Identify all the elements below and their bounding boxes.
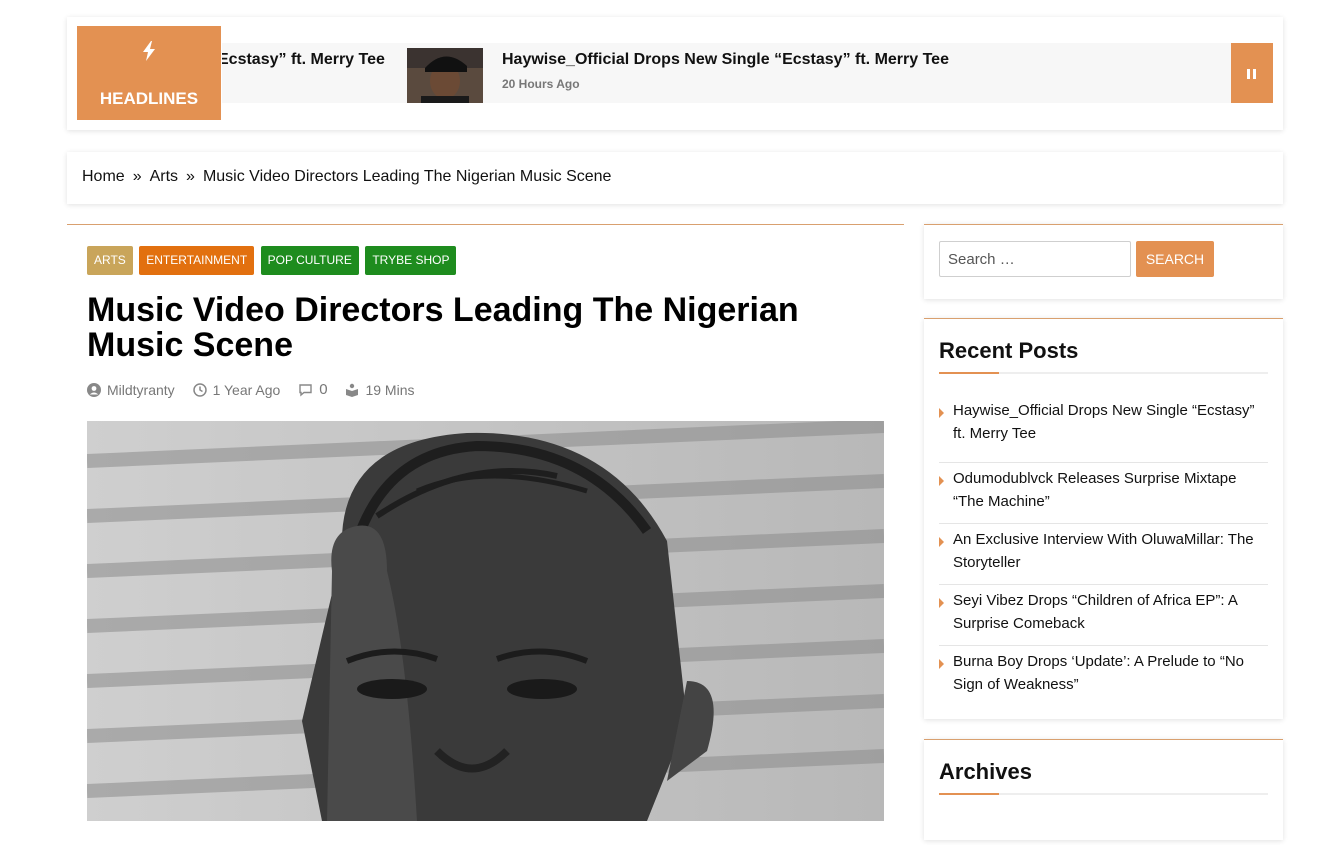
user-icon (87, 382, 101, 397)
category-tag-entertainment[interactable]: ENTERTAINMENT (139, 246, 255, 275)
category-tag-pop-culture[interactable]: POP CULTURE (260, 246, 359, 275)
post-comments[interactable]: 0 (298, 381, 328, 398)
ticker-strip: Ecstasy” ft. Merry Tee Haywise_Official … (222, 43, 1232, 103)
archives-widget: Archives (924, 739, 1283, 840)
featured-photo (87, 421, 884, 821)
caret-right-icon (939, 408, 944, 418)
date-text[interactable]: 1 Year Ago (213, 382, 281, 398)
recent-post-link[interactable]: Odumodublvck Releases Surprise Mixtape “… (953, 460, 1268, 513)
caret-right-icon (939, 598, 944, 608)
category-tags: ARTS ENTERTAINMENT POP CULTURE TRYBE SHO… (87, 246, 458, 275)
post-author[interactable]: Mildtyranty (87, 382, 175, 398)
recent-posts-widget: Recent Posts Haywise_Official Drops New … (924, 318, 1283, 719)
recent-post-link[interactable]: Seyi Vibez Drops “Children of Africa EP”… (953, 582, 1268, 635)
search-input[interactable] (939, 241, 1131, 277)
caret-right-icon (939, 537, 944, 547)
chevron-right-icon: » (186, 168, 195, 185)
pause-icon (1247, 69, 1250, 79)
breadcrumb-current: Music Video Directors Leading The Nigeri… (202, 168, 612, 185)
comment-count[interactable]: 0 (319, 381, 327, 398)
list-item: Burna Boy Drops ‘Update’: A Prelude to “… (939, 643, 1268, 707)
clock-icon (192, 382, 207, 397)
list-item: An Exclusive Interview With OluwaMillar:… (939, 521, 1268, 585)
ticker-thumbnail[interactable] (407, 48, 483, 103)
author-name[interactable]: Mildtyranty (107, 382, 175, 398)
headlines-label: HEADLINES (99, 89, 199, 108)
post-read-time: 19 Mins (345, 382, 414, 398)
category-tag-trybe-shop[interactable]: TRYBE SHOP (365, 246, 457, 275)
ticker-item[interactable]: Haywise_Official Drops New Single “Ecsta… (407, 48, 1007, 103)
list-item: Odumodublvck Releases Surprise Mixtape “… (939, 460, 1268, 524)
breadcrumb-arts[interactable]: Arts (150, 168, 178, 185)
search-widget: SEARCH (924, 224, 1283, 299)
breadcrumb-home[interactable]: Home (82, 168, 125, 185)
breadcrumb: Home » Arts » Music Video Directors Leading … (67, 152, 1283, 204)
recent-post-link[interactable]: Burna Boy Drops ‘Update’: A Prelude to “… (953, 643, 1268, 696)
widget-divider (939, 372, 1268, 374)
caret-right-icon (939, 659, 944, 669)
ticker-item-title[interactable]: Ecstasy” ft. Merry Tee (222, 51, 385, 69)
ticker-item-time: 20 Hours Ago (502, 77, 580, 91)
list-item: Seyi Vibez Drops “Children of Africa EP”… (939, 582, 1268, 646)
book-reader-icon (346, 383, 359, 397)
search-button[interactable]: SEARCH (1136, 241, 1214, 277)
archives-title: Archives (939, 759, 1032, 784)
caret-right-icon (939, 476, 944, 486)
post-title: Music Video Directors Leading The Nigeri… (87, 291, 799, 364)
headlines-badge: HEADLINES (77, 26, 221, 120)
lightning-icon (77, 41, 221, 67)
featured-image (87, 421, 884, 821)
chevron-right-icon: » (132, 168, 142, 185)
recent-post-link[interactable]: Haywise_Official Drops New Single “Ecsta… (953, 399, 1268, 445)
recent-post-link[interactable]: An Exclusive Interview With OluwaMillar:… (953, 521, 1268, 574)
article: ARTS ENTERTAINMENT POP CULTURE TRYBE SHO… (67, 224, 904, 845)
headlines-ticker: Ecstasy” ft. Merry Tee Haywise_Official … (67, 17, 1283, 130)
read-time: 19 Mins (365, 381, 415, 398)
pause-button[interactable] (1231, 43, 1273, 103)
recent-posts-title: Recent Posts (939, 338, 1079, 363)
pause-icon (1253, 69, 1256, 79)
post-date[interactable]: 1 Year Ago (192, 382, 281, 398)
category-tag-arts[interactable]: ARTS (87, 246, 133, 275)
comment-icon (299, 383, 312, 396)
list-item: Haywise_Official Drops New Single “Ecsta… (939, 399, 1268, 463)
post-meta: Mildtyranty 1 Year Ago 0 19 Mins (87, 381, 428, 400)
recent-posts-list: Haywise_Official Drops New Single “Ecsta… (939, 402, 1268, 706)
widget-divider (939, 793, 1268, 795)
ticker-item-title[interactable]: Haywise_Official Drops New Single “Ecsta… (502, 51, 949, 69)
